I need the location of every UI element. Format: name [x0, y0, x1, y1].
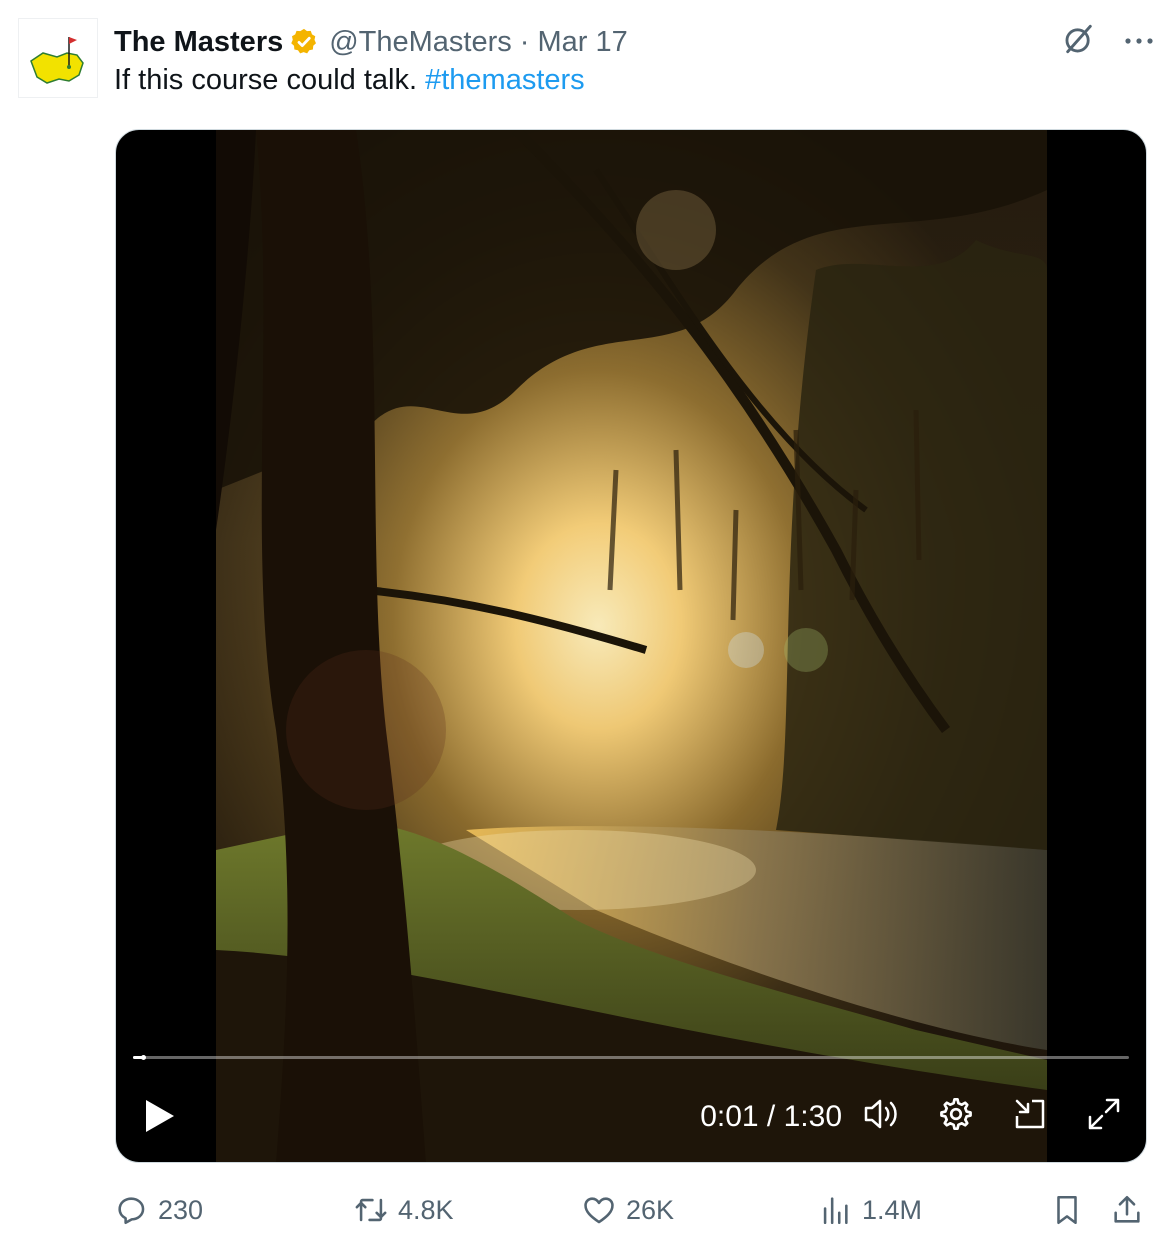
hashtag-link[interactable]: #themasters	[425, 64, 585, 96]
verified-badge-icon	[289, 27, 319, 57]
grok-icon[interactable]	[1062, 22, 1096, 61]
video-controls: 0:01 / 1:30	[116, 1090, 1146, 1146]
masters-logo-icon	[30, 37, 84, 84]
progress-bar[interactable]	[133, 1055, 1129, 1060]
views-icon	[823, 1197, 848, 1225]
time-display: 0:01 / 1:30	[700, 1100, 842, 1134]
tweet-date[interactable]: Mar 17	[537, 26, 627, 59]
current-time: 0:01	[700, 1100, 759, 1133]
reply-button[interactable]: 230	[114, 1185, 203, 1235]
tweet-text: If this course could talk. #themasters	[114, 64, 585, 97]
share-button[interactable]	[1110, 1185, 1144, 1235]
tweet-actions: 230 4.8K 26K 1.4M	[114, 1185, 1176, 1235]
fullscreen-icon[interactable]	[1086, 1096, 1122, 1132]
views-button[interactable]: 1.4M	[818, 1185, 922, 1235]
time-separator: /	[758, 1100, 784, 1133]
repost-button[interactable]: 4.8K	[354, 1185, 454, 1235]
video-control-icons	[862, 1096, 1122, 1132]
avatar[interactable]	[18, 18, 98, 98]
repost-icon	[355, 1198, 387, 1222]
author-name[interactable]: The Masters	[114, 26, 283, 59]
like-icon	[584, 1197, 614, 1224]
tweet-body: If this course could talk.	[114, 64, 426, 96]
bookmark-icon	[1057, 1195, 1077, 1225]
share-icon	[1114, 1195, 1140, 1223]
play-icon[interactable]	[144, 1098, 176, 1139]
pip-icon[interactable]	[1012, 1096, 1048, 1132]
settings-icon[interactable]	[938, 1096, 974, 1132]
author-handle[interactable]: @TheMasters	[329, 26, 512, 59]
more-icon[interactable]	[1124, 33, 1154, 51]
like-button[interactable]: 26K	[582, 1185, 674, 1235]
tweet-header: The Masters @TheMasters · Mar 17	[114, 22, 1046, 62]
like-count: 26K	[626, 1194, 675, 1225]
reply-icon	[118, 1197, 145, 1225]
tweet-top-actions	[1062, 22, 1154, 61]
reply-count: 230	[158, 1194, 204, 1225]
repost-count: 4.8K	[398, 1194, 454, 1225]
views-count: 1.4M	[862, 1194, 923, 1225]
separator-dot: ·	[519, 25, 530, 58]
video-frame	[216, 130, 1047, 1162]
duration: 1:30	[783, 1100, 842, 1133]
progress-knob[interactable]	[140, 1055, 146, 1060]
bookmark-button[interactable]	[1050, 1185, 1084, 1235]
video-player[interactable]: 0:01 / 1:30	[115, 129, 1147, 1163]
volume-icon[interactable]	[862, 1096, 900, 1132]
